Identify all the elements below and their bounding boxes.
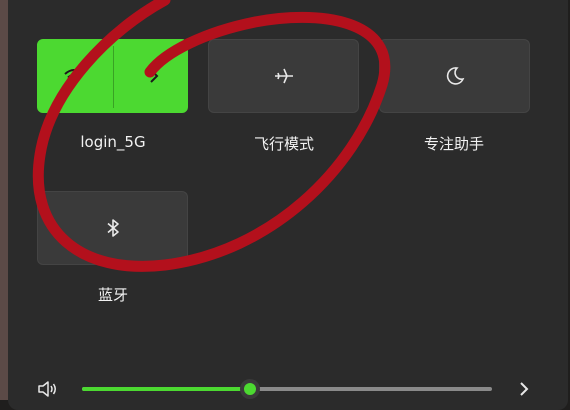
wifi-label: login_5G	[80, 133, 146, 151]
speaker-icon[interactable]	[36, 377, 60, 401]
chevron-right-icon[interactable]	[512, 377, 536, 401]
focus-assist-label: 专注助手	[423, 135, 484, 153]
tile-divider	[113, 46, 114, 108]
focus-assist-tile[interactable]	[379, 39, 530, 113]
bluetooth-icon	[101, 216, 125, 240]
wifi-tile[interactable]	[37, 39, 188, 113]
bluetooth-label: 蓝牙	[97, 286, 128, 304]
airplane-mode-label: 飞行模式	[253, 135, 314, 153]
volume-slider[interactable]	[82, 379, 492, 399]
wifi-icon[interactable]	[62, 64, 86, 88]
airplane-mode-tile[interactable]	[208, 39, 359, 113]
chevron-right-icon[interactable]	[142, 64, 166, 88]
volume-slider-fill	[82, 387, 251, 391]
bluetooth-tile[interactable]	[37, 191, 188, 265]
volume-slider-thumb[interactable]	[240, 379, 261, 399]
volume-row	[0, 372, 570, 400]
airplane-icon	[272, 64, 296, 88]
moon-icon	[443, 64, 467, 88]
